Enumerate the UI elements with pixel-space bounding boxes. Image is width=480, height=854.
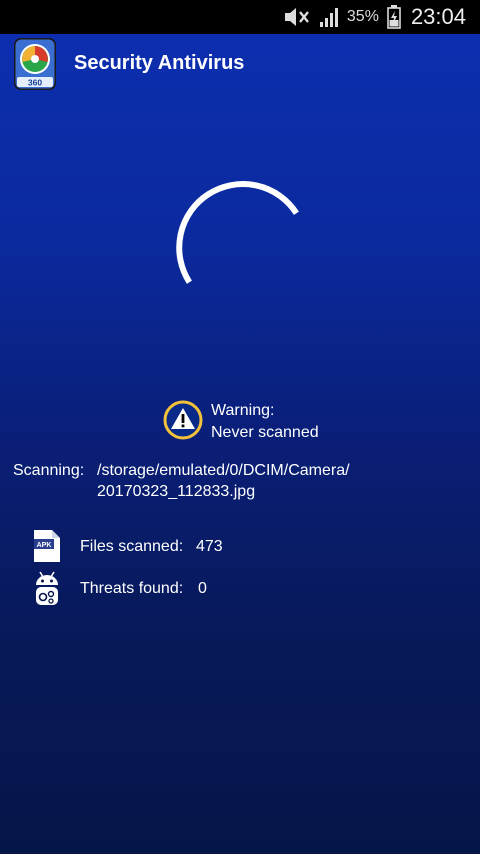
threats-found-value: 0 <box>198 580 207 597</box>
scanning-path: /storage/emulated/0/DCIM/Camera/ 2017032… <box>97 460 427 502</box>
scanning-path-line2: 20170323_112833.jpg <box>97 483 256 500</box>
files-scanned-value: 473 <box>196 538 223 555</box>
files-scanned-label: Files scanned: <box>80 538 184 555</box>
scan-warning: Warning: Never scanned <box>163 400 319 444</box>
mute-icon <box>283 6 311 28</box>
signal-icon <box>319 6 341 28</box>
app-logo-icon[interactable]: 360 <box>14 38 56 90</box>
warning-triangle-icon <box>163 400 203 440</box>
status-bar: 35% 23:04 <box>0 0 480 34</box>
battery-percent: 35% <box>346 8 379 25</box>
loading-spinner-icon <box>168 172 308 312</box>
scanning-label: Scanning: <box>13 462 85 479</box>
app-title: Security Antivirus <box>74 52 245 74</box>
android-bug-icon <box>32 570 62 606</box>
scanning-path-line1: /storage/emulated/0/DCIM/Camera/ <box>97 462 350 479</box>
app-bar: 360 Security Antivirus <box>0 34 480 96</box>
svg-text:APK: APK <box>37 542 52 549</box>
svg-text:360: 360 <box>28 78 42 88</box>
apk-file-icon: APK <box>32 528 62 564</box>
threats-found-label: Threats found: <box>80 580 184 597</box>
warning-message: Never scanned <box>211 424 319 441</box>
battery-icon <box>387 5 401 29</box>
warning-title: Warning: <box>211 402 275 419</box>
files-scanned-row: APK Files scanned: 473 <box>32 528 432 564</box>
clock: 23:04 <box>410 4 466 29</box>
threats-found-row: Threats found: 0 <box>32 568 432 608</box>
